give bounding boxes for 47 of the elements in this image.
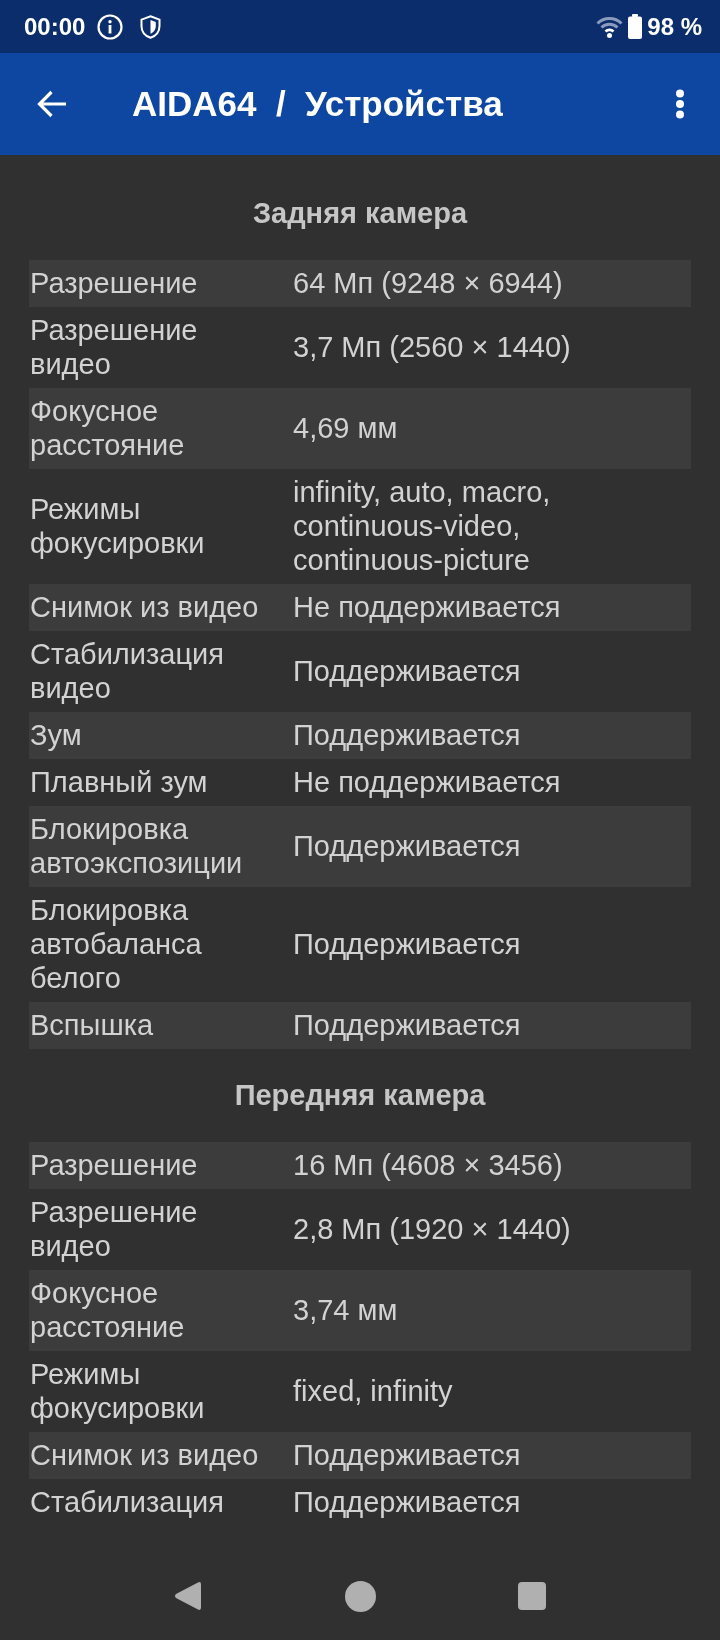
more-options-icon[interactable] xyxy=(675,89,685,119)
info-icon xyxy=(97,13,124,40)
wifi-icon xyxy=(596,15,624,38)
section-title: Задняя камера xyxy=(252,197,468,229)
property-label: Разрешение xyxy=(30,266,198,300)
property-label: Стабилизация видео xyxy=(30,637,225,705)
property-value: Поддерживается xyxy=(293,718,521,752)
property-label: Снимок из видео xyxy=(30,1438,259,1472)
property-label: Фокусное расстояние xyxy=(30,1276,186,1344)
property-value: Поддерживается xyxy=(293,829,521,863)
property-label: Блокировка автоэкспозиции xyxy=(30,812,244,880)
property-label: Разрешение xyxy=(30,1148,198,1182)
property-value: 3,7 Мп (2560 × 1440) xyxy=(293,330,571,364)
property-label: Разрешение видео xyxy=(30,313,199,381)
property-label: Стабилизация xyxy=(30,1485,224,1519)
property-value: Поддерживается xyxy=(293,1008,521,1042)
property-label: Фокусное расстояние xyxy=(30,394,186,462)
property-value: Поддерживается xyxy=(293,1485,521,1519)
property-value: infinity, auto, macro, continuous-video, continuous-picture xyxy=(293,475,552,577)
back-arrow-icon[interactable] xyxy=(37,90,67,118)
property-value: Не поддерживается xyxy=(293,590,561,624)
clock-time: 00:00 xyxy=(24,12,86,41)
property-label: Блокировка автобаланса белого xyxy=(30,893,203,995)
property-value: 4,69 мм xyxy=(293,411,398,445)
property-label: Режимы фокусировки xyxy=(30,1357,206,1425)
property-value: Поддерживается xyxy=(293,654,521,688)
app-bar-title: AIDA64 / Устройства xyxy=(132,84,503,124)
section-title: Передняя камера xyxy=(234,1079,486,1111)
property-label: Плавный зум xyxy=(30,765,208,799)
property-value: Не поддерживается xyxy=(293,765,561,799)
property-label: Вспышка xyxy=(30,1008,154,1042)
property-label: Режимы фокусировки xyxy=(30,492,206,560)
nav-back-icon[interactable] xyxy=(174,1580,201,1612)
property-value: Поддерживается xyxy=(293,927,521,961)
nav-home-icon[interactable] xyxy=(345,1580,376,1612)
property-value: 3,74 мм xyxy=(293,1293,398,1327)
property-label: Зум xyxy=(30,718,82,752)
property-value: 2,8 Мп (1920 × 1440) xyxy=(293,1212,571,1246)
property-label: Разрешение видео xyxy=(30,1195,199,1263)
shield-icon xyxy=(140,14,162,39)
property-value: 16 Мп (4608 × 3456) xyxy=(293,1148,563,1182)
battery-icon xyxy=(628,14,643,39)
property-value: 64 Мп (9248 × 6944) xyxy=(293,266,563,300)
property-value: Поддерживается xyxy=(293,1438,521,1472)
property-value: fixed, infinity xyxy=(293,1374,453,1408)
battery-percent: 98 % xyxy=(647,12,702,41)
property-label: Снимок из видео xyxy=(30,590,259,624)
